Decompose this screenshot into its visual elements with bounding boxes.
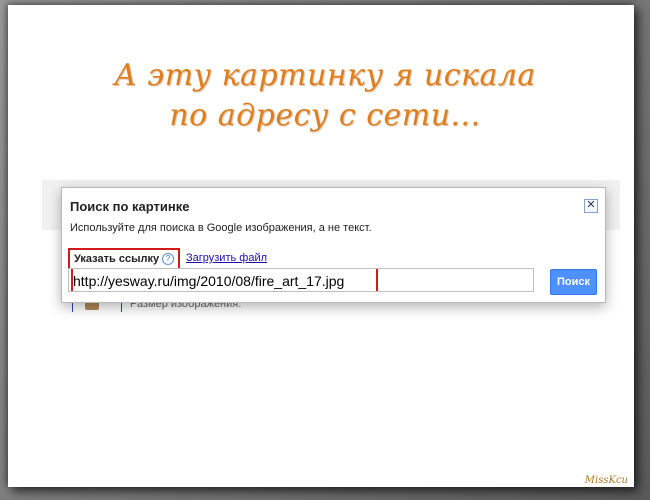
dialog-subtitle: Используйте для поиска в Google изображе…: [70, 222, 372, 234]
image-url-value: http://yesway.ru/img/2010/08/fire_art_17…: [73, 273, 345, 289]
headline-line-2: по адресу с сети...: [169, 98, 481, 133]
close-icon[interactable]: ✕: [584, 199, 598, 213]
search-by-image-dialog: Поиск по картинке Используйте для поиска…: [61, 187, 606, 303]
search-button[interactable]: Поиск: [550, 269, 597, 295]
headline-line-1: А эту картинку я искала: [114, 58, 536, 93]
signature-watermark: MissKcu: [584, 475, 628, 486]
tab-upload-file[interactable]: Загрузить файл: [186, 252, 267, 264]
help-icon[interactable]: ?: [162, 253, 174, 265]
image-url-input[interactable]: http://yesway.ru/img/2010/08/fire_art_17…: [68, 268, 534, 292]
dialog-title: Поиск по картинке: [70, 199, 190, 214]
tab-paste-url-label: Указать ссылку: [74, 253, 160, 265]
